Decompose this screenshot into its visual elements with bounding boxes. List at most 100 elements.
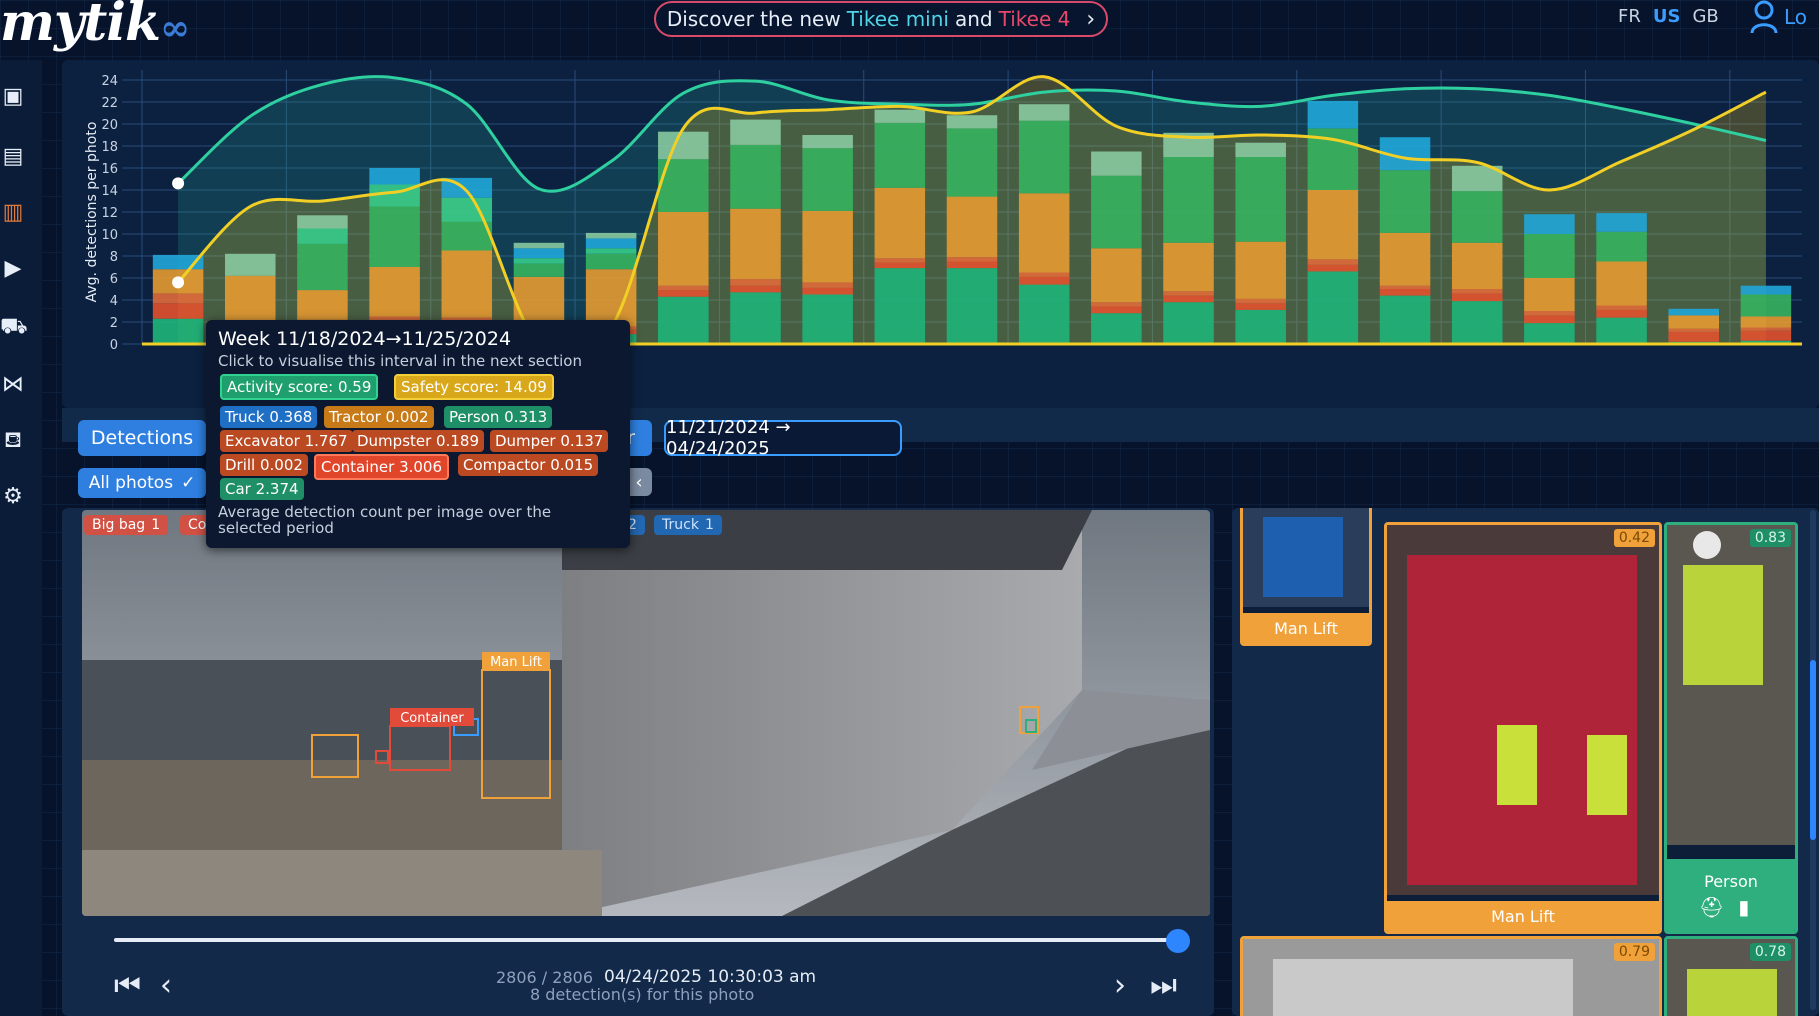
bar-segment xyxy=(1740,327,1792,331)
crop-thumbnail xyxy=(1243,508,1369,607)
bar-segment xyxy=(658,290,709,297)
bar-segment xyxy=(441,221,493,251)
construction-site-photo: Man Lift Container xyxy=(82,510,1210,916)
card-caption-wrap: Person ⛑▮ xyxy=(1667,859,1795,931)
bar-segment xyxy=(1379,295,1431,344)
card-caption: Person xyxy=(1704,871,1758,891)
image-icon[interactable]: ▣ xyxy=(0,84,26,110)
bar-segment xyxy=(1379,289,1431,296)
chevron-left-icon: ‹ xyxy=(635,471,643,493)
bar-segment xyxy=(1740,330,1792,341)
vehicle-icon[interactable]: ⛟ xyxy=(0,314,28,340)
bar-segment xyxy=(802,210,853,283)
tooltip-class-pill: Excavator 1.767 xyxy=(220,430,353,452)
y-tick-label: 12 xyxy=(101,206,118,221)
all-photos-filter[interactable]: All photos ✓ xyxy=(78,468,206,498)
gallery-card[interactable]: 0.79 xyxy=(1240,936,1662,1016)
bar-segment xyxy=(1451,289,1503,294)
language-switcher: FR US GB xyxy=(1618,6,1719,27)
date-range-picker[interactable]: 11/21/2024 → 04/24/2025 xyxy=(664,417,902,459)
y-tick-label: 0 xyxy=(110,338,118,353)
tooltip-class-pill: Compactor 0.015 xyxy=(458,454,599,476)
y-tick-label: 18 xyxy=(101,140,118,155)
bar-segment xyxy=(297,290,348,320)
last-photo-button[interactable]: ⏭ xyxy=(1150,968,1177,1003)
bar-segment xyxy=(225,253,276,276)
site-photo[interactable]: Man Lift Container xyxy=(82,510,1210,916)
bar-segment xyxy=(1307,271,1359,344)
analytics-icon[interactable]: ▥ xyxy=(0,200,26,226)
lang-us[interactable]: US xyxy=(1653,6,1681,27)
bar-segment xyxy=(874,122,926,188)
bar-segment xyxy=(1235,309,1286,344)
bar-segment xyxy=(1018,284,1070,344)
tag-big-bag[interactable]: Big bag 1 xyxy=(84,515,169,535)
bar-segment xyxy=(297,228,348,244)
sidebar: ▣ ▤ ▥ ▶ ⛟ ⋈ ⛾ ⚙ xyxy=(0,60,42,1016)
gallery-scrollbar-thumb[interactable] xyxy=(1810,660,1816,840)
timeline-slider-thumb[interactable] xyxy=(1166,929,1190,953)
infinity-icon: ∞ xyxy=(160,7,190,49)
box-label-manlift: Man Lift xyxy=(490,655,542,670)
bar-segment xyxy=(802,294,853,344)
gallery-card[interactable]: 0.42 Man Lift xyxy=(1384,522,1662,934)
safety-score-badge: Safety score: 14.09 xyxy=(394,374,554,400)
prev-photo-button[interactable]: ‹ xyxy=(160,968,172,1003)
settings-icon[interactable]: ⚙ xyxy=(0,484,26,510)
gallery-card[interactable]: 0.83 Person ⛑▮ xyxy=(1664,522,1798,934)
bar-segment xyxy=(946,115,998,129)
bar-segment xyxy=(1235,241,1286,299)
video-icon[interactable]: ▶ xyxy=(0,256,26,282)
promo-banner[interactable]: Discover the new Tikee mini and Tikee 4 … xyxy=(654,1,1108,37)
promo-tikee-4: Tikee 4 xyxy=(998,7,1071,31)
gallery-card[interactable]: Man Lift xyxy=(1240,508,1372,646)
user-icon xyxy=(1750,0,1778,34)
tab-detections[interactable]: Detections xyxy=(78,420,206,456)
bar-segment xyxy=(1668,331,1719,342)
login-button[interactable]: Lo xyxy=(1750,0,1807,34)
bar-segment xyxy=(369,206,420,267)
crop-thumbnail xyxy=(1243,939,1659,1016)
check-icon: ✓ xyxy=(181,473,196,493)
app-logo[interactable]: mytik∞ xyxy=(0,0,190,53)
activity-score-badge: Activity score: 0.59 xyxy=(220,374,379,400)
bar-segment xyxy=(1307,190,1359,260)
bar-segment xyxy=(1018,276,1070,285)
y-tick-label: 4 xyxy=(110,294,118,309)
bar-segment xyxy=(1668,315,1719,329)
lang-gb[interactable]: GB xyxy=(1692,6,1718,27)
card-caption: Man Lift xyxy=(1243,613,1369,643)
share-icon[interactable]: ⋈ xyxy=(0,372,26,398)
first-photo-button[interactable]: ⏮ xyxy=(114,968,141,1003)
bar-segment xyxy=(874,109,926,123)
bar-segment xyxy=(946,268,998,344)
bar-segment xyxy=(1163,291,1214,296)
logo-main: tik xyxy=(83,0,161,53)
next-photo-button[interactable]: › xyxy=(1114,968,1126,1003)
y-axis-label: Avg. detections per photo xyxy=(84,122,100,303)
tooltip-class-pill: Person 0.313 xyxy=(444,406,553,428)
crop-thumbnail xyxy=(1667,525,1795,845)
bar-segment xyxy=(1163,157,1214,243)
bar-segment xyxy=(658,285,709,291)
cart-icon[interactable]: ⛾ xyxy=(0,428,26,454)
gallery-icon[interactable]: ▤ xyxy=(0,144,26,170)
tag-truck[interactable]: Truck 1 xyxy=(654,515,722,535)
bar-segment xyxy=(1740,294,1792,317)
bar-segment xyxy=(1379,170,1431,233)
tooltip-subtitle: Click to visualise this interval in the … xyxy=(218,352,582,370)
bar-segment xyxy=(874,268,926,344)
gallery-card[interactable]: 0.78 xyxy=(1664,936,1798,1016)
hardhat-vest-icon: ⛑▮ xyxy=(1698,894,1764,919)
chevron-right-icon: › xyxy=(1086,6,1096,32)
bar-segment xyxy=(1307,100,1359,129)
card-score: 0.79 xyxy=(1613,943,1655,961)
bar-segment xyxy=(730,119,781,145)
timeline-slider[interactable] xyxy=(114,938,1178,942)
bar-segment xyxy=(1307,259,1359,265)
crop-thumbnail xyxy=(1387,525,1659,895)
bar-segment xyxy=(1163,295,1214,303)
lang-fr[interactable]: FR xyxy=(1618,6,1641,27)
bar-segment xyxy=(802,148,853,211)
safety-point xyxy=(172,276,185,289)
